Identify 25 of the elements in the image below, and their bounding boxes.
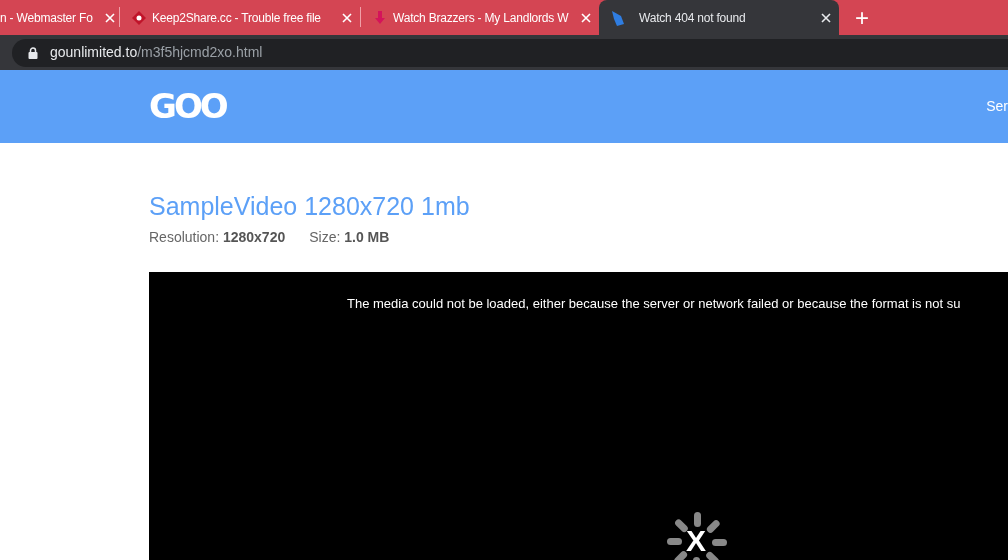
browser-tab[interactable]: Keep2Share.cc - Trouble free file [120, 0, 360, 35]
tab-title: n - Webmaster Fo [0, 9, 93, 27]
resolution-info: Resolution: 1280x720 [149, 228, 286, 247]
tab-title: Watch Brazzers - My Landlords W [393, 9, 569, 27]
diamond-icon [132, 10, 146, 25]
browser-tab[interactable]: Watch 404 not found [599, 0, 839, 35]
loading-spinner-icon [665, 510, 729, 560]
arrow-down-icon [373, 10, 387, 25]
size-info: Size: 1.0 MB [309, 228, 390, 247]
new-tab-button[interactable]: + [855, 6, 869, 30]
browser-tab[interactable]: Watch Brazzers - My Landlords W [361, 0, 599, 35]
url-text: gounlimited.to/m3f5hjcmd2xo.html [50, 43, 263, 62]
tab-title: Watch 404 not found [639, 9, 746, 27]
browser-tab[interactable]: n - Webmaster Fo [0, 0, 119, 35]
media-error-message: The media could not be loaded, either because the server or network failed or because the format is not su [347, 295, 961, 313]
wing-icon [611, 9, 625, 26]
address-bar[interactable]: gounlimited.to/m3f5hjcmd2xo.html [12, 38, 1008, 67]
close-icon[interactable] [821, 12, 831, 23]
tab-title: Keep2Share.cc - Trouble free file [152, 9, 321, 27]
spinner-mark: X [686, 526, 706, 556]
nav-link[interactable]: Ser [986, 96, 1008, 117]
site-logo[interactable]: GOO [149, 81, 226, 132]
video-title: SampleVideo 1280x720 1mb [149, 191, 471, 221]
video-player[interactable]: The media could not be loaded, either because the server or network failed or because the format is not su X [149, 272, 1008, 560]
lock-icon [28, 46, 38, 59]
